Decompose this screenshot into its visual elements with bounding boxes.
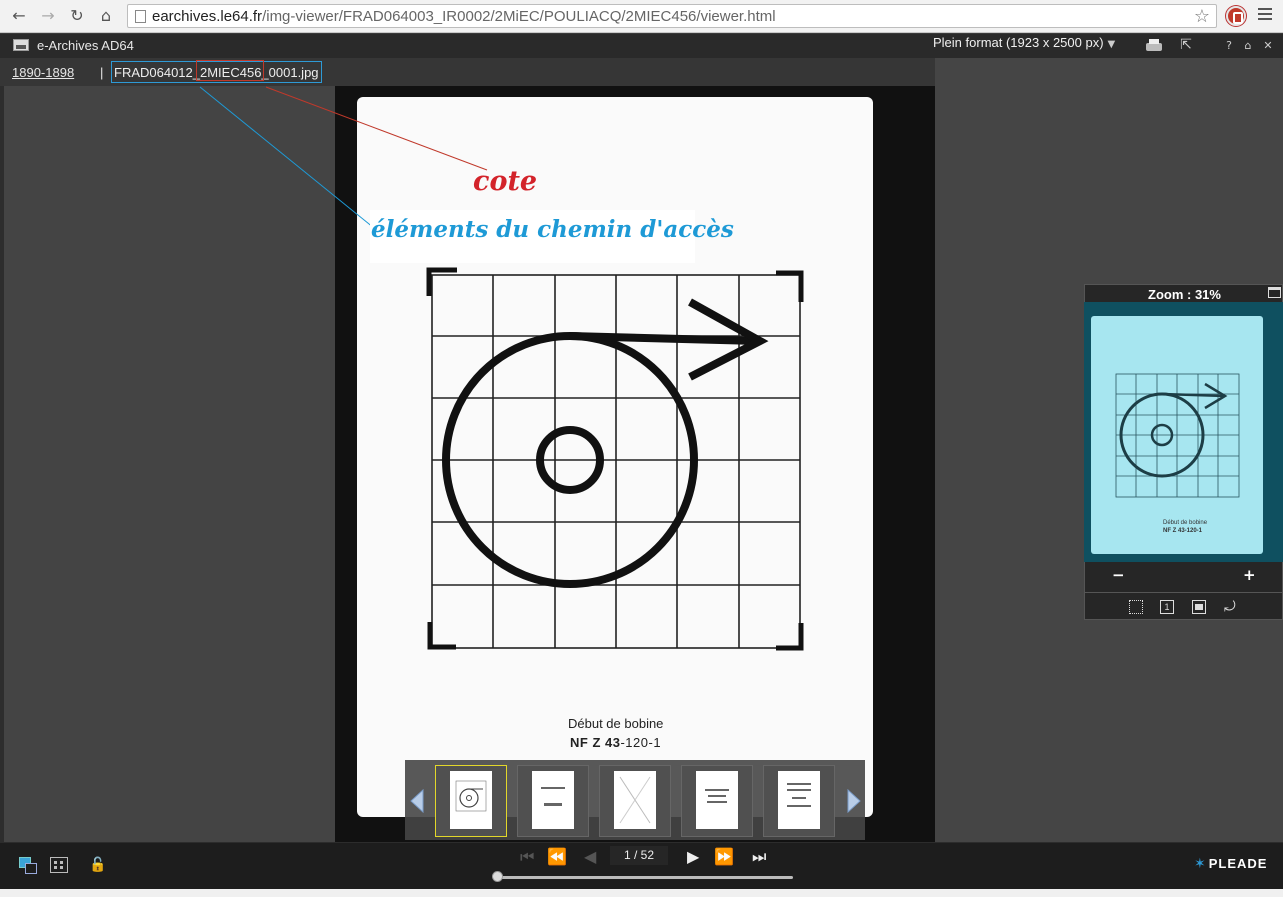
- pleade-star-icon: ✶: [1194, 856, 1207, 872]
- zoom-selection-icon[interactable]: [1129, 600, 1143, 614]
- thumbnail-image: [696, 771, 738, 829]
- norm-code: NF Z 43: [570, 735, 621, 750]
- navigator-caption-title: Début de bobine: [1163, 520, 1208, 526]
- annotation-cote: cote: [473, 166, 538, 197]
- thumbnail-image: [614, 771, 656, 829]
- rotate-icon[interactable]: ⤾: [1224, 600, 1238, 614]
- zoom-level: Zoom : 31%: [1148, 287, 1221, 302]
- lock-icon[interactable]: 🔓: [89, 857, 107, 873]
- previous-page-icon[interactable]: ◀: [584, 848, 596, 866]
- zoom-in-button[interactable]: +: [1243, 566, 1256, 584]
- page-number-field[interactable]: 1 / 52: [610, 846, 668, 865]
- last-page-icon[interactable]: ⏭: [752, 848, 766, 866]
- thumbnail-image: [532, 771, 574, 829]
- zoom-navigator-drawing: [1115, 373, 1240, 498]
- thumbnail-page-4[interactable]: [681, 765, 753, 837]
- document-caption-title: Début de bobine: [568, 716, 664, 731]
- navigator-caption-norm: NF Z 43-120-1: [1163, 528, 1202, 534]
- thumbnail-page-1[interactable]: [435, 765, 507, 837]
- thumbnail-image: [450, 771, 492, 829]
- maximize-icon[interactable]: [1268, 287, 1281, 298]
- thumbnail-grid-icon[interactable]: [50, 857, 68, 873]
- document-caption-norm: NF Z 43-120-1: [570, 735, 661, 750]
- pleade-wordmark: PLEADE: [1208, 856, 1268, 871]
- page-slider[interactable]: [497, 876, 793, 879]
- fast-forward-icon[interactable]: ⏩: [714, 848, 734, 866]
- pleade-logo: ✶ PLEADE: [1194, 856, 1267, 872]
- navigator-norm-suffix: -120-1: [1184, 528, 1203, 534]
- zoom-tools-divider: [1084, 592, 1283, 593]
- fit-to-window-icon[interactable]: [1192, 600, 1206, 614]
- page-slider-handle[interactable]: [492, 871, 503, 882]
- browser-status-bar: [0, 889, 1283, 897]
- rewind-icon[interactable]: ⏪: [547, 848, 567, 866]
- thumbnail-page-2[interactable]: [517, 765, 589, 837]
- thumbnails-prev-arrow-icon[interactable]: [409, 789, 425, 813]
- actual-size-icon[interactable]: 1: [1160, 600, 1174, 614]
- first-page-icon[interactable]: ⏮: [520, 848, 534, 866]
- annotation-path-elements: éléments du chemin d'accès: [371, 216, 734, 243]
- window-mode-icon[interactable]: [19, 857, 37, 874]
- thumbnails-next-arrow-icon[interactable]: [846, 789, 862, 813]
- thumbnail-image: [778, 771, 820, 829]
- thumbnail-page-3[interactable]: [599, 765, 671, 837]
- zoom-out-button[interactable]: −: [1112, 566, 1125, 584]
- next-page-icon[interactable]: ▶: [687, 848, 699, 866]
- thumbnail-page-5[interactable]: [763, 765, 835, 837]
- navigator-norm-code: NF Z 43: [1163, 528, 1185, 534]
- norm-suffix: -120-1: [620, 735, 662, 750]
